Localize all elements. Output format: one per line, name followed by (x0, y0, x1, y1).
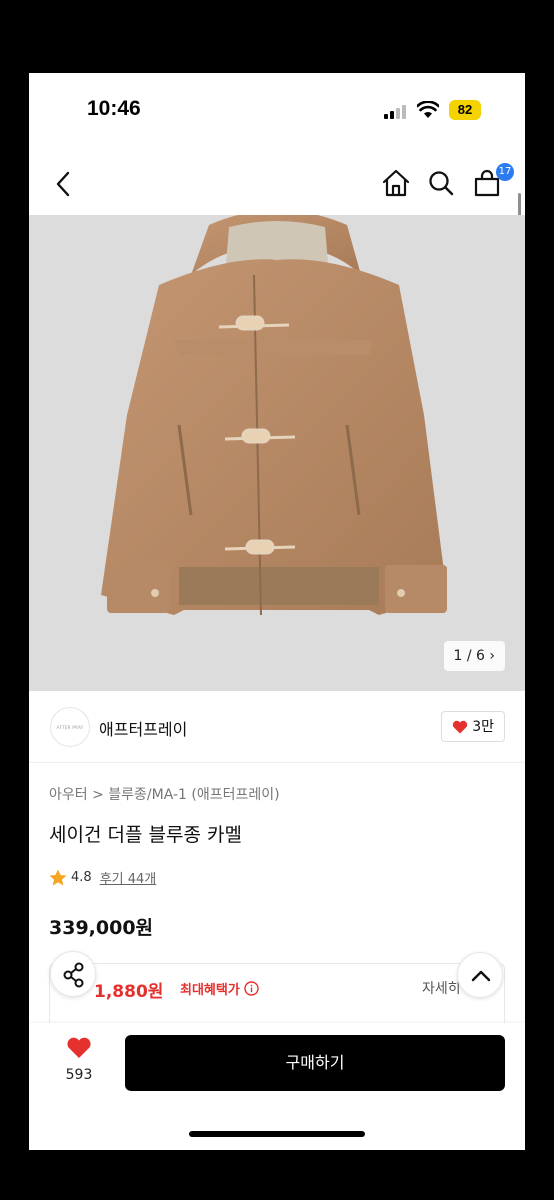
star-icon (49, 869, 67, 886)
battery-indicator: 82 (449, 100, 481, 120)
signal-icon (384, 105, 406, 119)
max-benefit-price: 1,880원 (94, 982, 164, 1002)
home-icon[interactable] (381, 169, 411, 197)
category-breadcrumb[interactable]: 아우터 > 블루종/MA-1 (애프터프레이) (49, 784, 280, 804)
status-time: 10:46 (87, 97, 141, 120)
brand-logo[interactable]: AFTER PRAY (50, 707, 90, 747)
brand-like-button[interactable]: 3만 (441, 711, 505, 742)
top-nav (29, 149, 525, 215)
brand-like-count: 3만 (472, 718, 494, 735)
info-icon[interactable] (244, 981, 259, 996)
back-arrow-icon[interactable] (55, 171, 71, 197)
product-rating: 4.8 후기 44개 (49, 868, 156, 887)
chevron-up-icon (471, 970, 491, 982)
wish-count: 593 (65, 1067, 93, 1083)
product-title: 세이건 더플 블루종 카멜 (49, 824, 242, 846)
page-indicator-text: 1 / 6 (453, 648, 485, 664)
rating-value: 4.8 (71, 870, 92, 885)
max-benefit-label: 최대혜택가 (180, 979, 259, 998)
wish-button[interactable] (59, 1037, 99, 1063)
wifi-icon (417, 101, 439, 118)
phone-screen: 10:46 82 17 1 / 6 › AFTER PRAY 애프터프레이 3만… (29, 73, 525, 1150)
brand-row[interactable]: AFTER PRAY 애프터프레이 3만 (29, 691, 525, 763)
heart-icon (453, 720, 468, 733)
review-count-link[interactable]: 후기 44개 (100, 868, 157, 887)
image-page-indicator[interactable]: 1 / 6 › (443, 641, 505, 671)
brand-name[interactable]: 애프터프레이 (99, 716, 187, 740)
share-button[interactable] (50, 951, 96, 997)
home-indicator (189, 1131, 365, 1137)
benefit-detail-link[interactable]: 자세히 (422, 978, 461, 998)
scroll-top-button[interactable] (457, 952, 503, 998)
chevron-right-icon: › (489, 648, 495, 664)
search-icon[interactable] (427, 169, 455, 197)
share-icon (63, 962, 84, 988)
duffle-jacket-image (101, 215, 447, 616)
product-price: 339,000원 (49, 917, 154, 939)
status-bar: 10:46 82 (29, 73, 525, 149)
max-benefit-label-text: 최대혜택가 (180, 983, 240, 998)
heart-icon (67, 1037, 91, 1058)
product-image-carousel[interactable]: 1 / 6 › (29, 215, 525, 691)
buy-button[interactable]: 구매하기 (125, 1035, 505, 1091)
cart-count-badge: 17 (496, 163, 514, 181)
